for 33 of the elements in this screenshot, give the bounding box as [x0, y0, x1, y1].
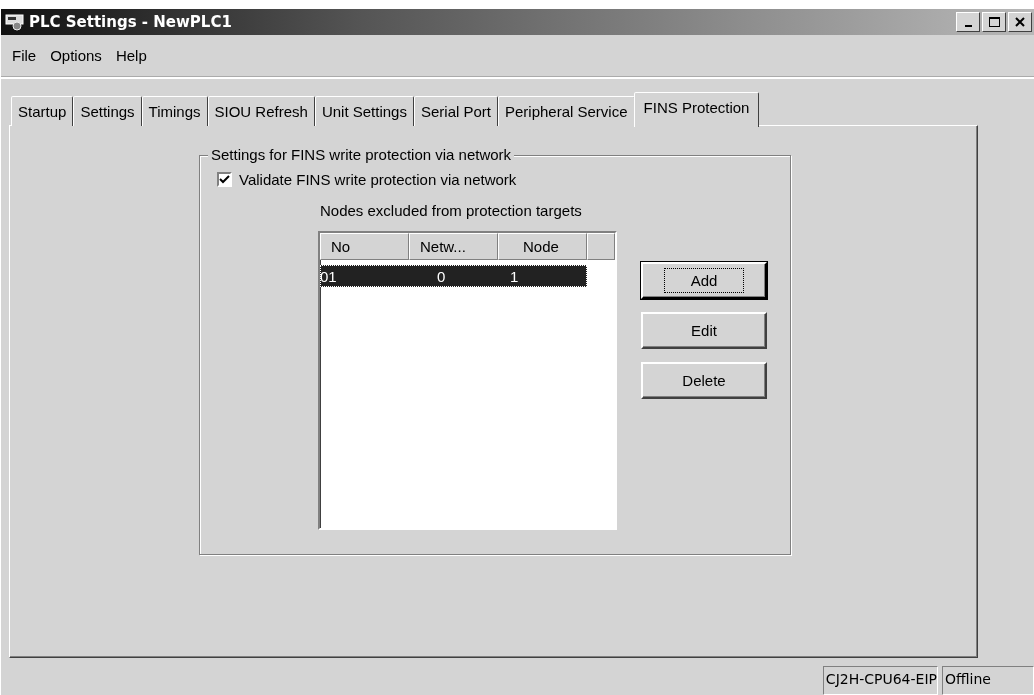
column-header[interactable]: Netw...	[409, 233, 498, 260]
group-title: Settings for FINS write protection via network	[208, 146, 515, 163]
tab[interactable]: Unit Settings	[314, 96, 414, 126]
minimize-button[interactable]	[956, 12, 980, 32]
checkbox[interactable]	[217, 172, 232, 187]
app-icon	[5, 13, 25, 31]
action-button[interactable]: Delete	[641, 362, 767, 399]
column-header[interactable]: No	[320, 233, 409, 260]
menu-item[interactable]: Help	[108, 47, 154, 64]
action-button[interactable]: Edit	[641, 312, 767, 349]
tab[interactable]: Peripheral Service	[498, 96, 635, 126]
tab[interactable]: Timings	[141, 96, 208, 126]
tab[interactable]: Settings	[73, 96, 142, 126]
tab[interactable]: FINS Protection	[633, 92, 760, 127]
table-row[interactable]: 01 0 1	[320, 265, 587, 287]
action-button[interactable]: Add	[641, 262, 767, 299]
maximize-icon	[986, 15, 1002, 29]
checkbox-label: Validate FINS write protection via network	[239, 171, 517, 188]
table-cell-text: 01	[320, 267, 338, 285]
maximize-button[interactable]	[982, 12, 1006, 32]
table-cell-text: 1	[509, 267, 520, 285]
minimize-icon	[964, 25, 972, 27]
menu-item[interactable]: File	[5, 47, 44, 64]
close-icon	[1012, 15, 1028, 29]
list-label: Nodes excluded from protection targets	[320, 202, 582, 219]
tab[interactable]: SIOU Refresh	[207, 96, 315, 126]
tab[interactable]: Startup	[11, 96, 74, 126]
window-title: PLC Settings - NewPLC1	[29, 13, 233, 31]
menu-item[interactable]: Options	[43, 47, 109, 64]
table-cell-text: 0	[436, 267, 447, 285]
tab[interactable]: Serial Port	[413, 96, 498, 126]
close-button[interactable]	[1008, 12, 1032, 32]
column-header[interactable]: Node	[498, 233, 587, 260]
